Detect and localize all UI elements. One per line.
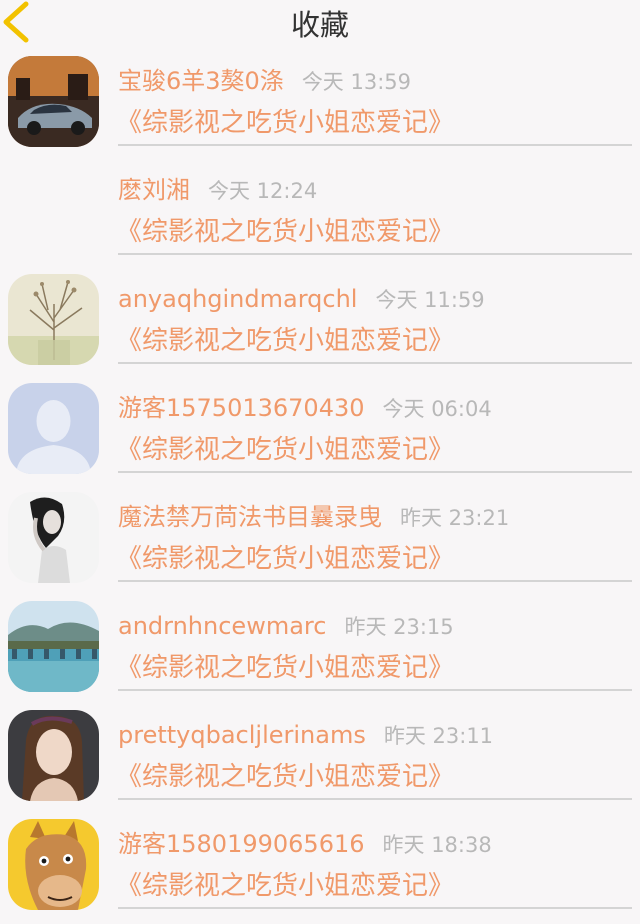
username[interactable]: prettyqbacljlerinams	[118, 721, 366, 749]
divider	[118, 471, 632, 473]
book-title-link[interactable]: 《综影视之吃货小姐恋爱记》	[116, 542, 454, 576]
timestamp: 昨天 23:11	[383, 724, 494, 748]
car-avatar-image	[8, 56, 99, 147]
cartoon-horse-avatar-image	[8, 819, 99, 910]
avatar[interactable]	[8, 601, 99, 692]
list-item[interactable]: prettyqbacljlerinams 昨天 23:11 《综影视之吃货小姐恋爱…	[0, 706, 640, 815]
list-item[interactable]: 游客1580199065616 昨天 18:38 《综影视之吃货小姐恋爱记》	[0, 815, 640, 924]
book-title-link[interactable]: 《综影视之吃货小姐恋爱记》	[116, 324, 454, 358]
item-meta: prettyqbacljlerinams 昨天 23:11	[118, 718, 493, 752]
username[interactable]: 魔法禁万苘法书目曩录曳	[118, 503, 382, 531]
page-title: 收藏	[290, 8, 349, 42]
item-meta: 宝骏6羊3獒0涤 今天 13:59	[118, 64, 411, 98]
item-meta: andrnhncewmarc 昨天 23:15	[118, 609, 454, 643]
favorites-list: 宝骏6羊3獒0涤 今天 13:59 《综影视之吃货小姐恋爱记》 麽刘湘 今天 12:…	[0, 52, 640, 924]
list-item[interactable]: 游客1575013670430 今天 06:04 《综影视之吃货小姐恋爱记》	[0, 379, 640, 488]
divider	[118, 580, 632, 582]
book-title-link[interactable]: 《综影视之吃货小姐恋爱记》	[116, 106, 454, 140]
divider	[118, 253, 632, 255]
default-person-icon	[8, 383, 99, 474]
item-meta: 游客1575013670430 今天 06:04	[118, 391, 492, 425]
timestamp: 今天 06:04	[382, 397, 492, 421]
list-item[interactable]: anyaqhgindmarqchl 今天 11:59 《综影视之吃货小姐恋爱记》	[0, 270, 640, 379]
book-title-link[interactable]: 《综影视之吃货小姐恋爱记》	[116, 760, 454, 794]
item-meta: 魔法禁万苘法书目曩录曳 昨天 23:21	[118, 500, 509, 534]
book-title-link[interactable]: 《综影视之吃货小姐恋爱记》	[116, 215, 454, 249]
list-item[interactable]: 魔法禁万苘法书目曩录曳 昨天 23:21 《综影视之吃货小姐恋爱记》	[0, 488, 640, 597]
list-item[interactable]: 宝骏6羊3獒0涤 今天 13:59 《综影视之吃货小姐恋爱记》	[0, 52, 640, 161]
item-meta: anyaqhgindmarqchl 今天 11:59	[118, 282, 485, 316]
username[interactable]: anyaqhgindmarqchl	[118, 285, 357, 313]
timestamp: 昨天 23:15	[344, 615, 454, 639]
girl-portrait-avatar-image	[8, 710, 99, 801]
divider	[118, 689, 632, 691]
divider	[118, 907, 632, 909]
list-item[interactable]: 麽刘湘 今天 12:24 《综影视之吃货小姐恋爱记》	[0, 161, 640, 270]
book-title-link[interactable]: 《综影视之吃货小姐恋爱记》	[116, 433, 454, 467]
divider	[118, 798, 632, 800]
avatar[interactable]	[8, 274, 99, 365]
avatar[interactable]	[8, 383, 99, 474]
woman-portrait-avatar-image	[8, 492, 99, 583]
bridge-lake-avatar-image	[8, 601, 99, 692]
timestamp: 昨天 18:38	[382, 833, 492, 857]
username[interactable]: 麽刘湘	[118, 176, 190, 204]
item-meta: 游客1580199065616 昨天 18:38	[118, 827, 492, 861]
timestamp: 昨天 23:21	[400, 506, 510, 530]
book-title-link[interactable]: 《综影视之吃货小姐恋爱记》	[116, 651, 454, 685]
username[interactable]: 游客1580199065616	[118, 830, 365, 858]
timestamp: 今天 13:59	[301, 70, 412, 94]
divider	[118, 144, 632, 146]
divider	[118, 362, 632, 364]
item-meta: 麽刘湘 今天 12:24	[118, 173, 317, 207]
avatar[interactable]	[8, 819, 99, 910]
avatar[interactable]	[8, 492, 99, 583]
list-item[interactable]: andrnhncewmarc 昨天 23:15 《综影视之吃货小姐恋爱记》	[0, 597, 640, 706]
username[interactable]: 宝骏6羊3獒0涤	[118, 67, 284, 95]
nav-bar: 收藏	[0, 0, 640, 50]
avatar[interactable]	[8, 710, 99, 801]
username[interactable]: andrnhncewmarc	[118, 612, 326, 640]
timestamp: 今天 12:24	[208, 179, 318, 203]
dried-flowers-avatar-image	[8, 274, 99, 365]
timestamp: 今天 11:59	[375, 288, 485, 312]
avatar[interactable]	[8, 56, 99, 147]
username[interactable]: 游客1575013670430	[118, 394, 365, 422]
